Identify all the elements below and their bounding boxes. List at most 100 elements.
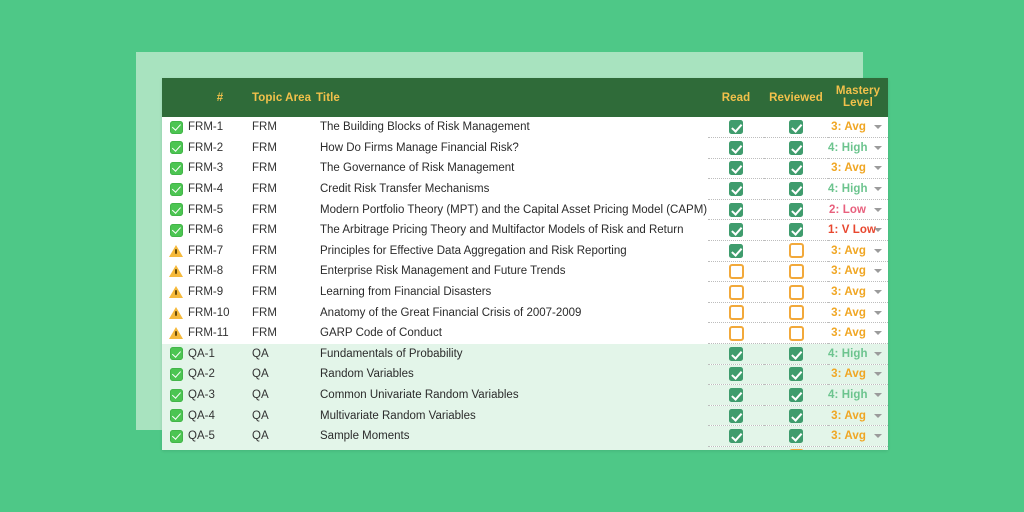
mastery-level-dropdown[interactable]	[828, 446, 888, 450]
reviewed-checkbox-checked[interactable]	[789, 346, 803, 361]
read-checkbox-cell[interactable]	[708, 302, 764, 324]
mastery-level-dropdown[interactable]: 3: Avg	[828, 117, 888, 139]
read-checkbox-checked[interactable]	[729, 408, 743, 423]
table-row[interactable]: FRM-10 FRM Anatomy of the Great Financial …	[162, 302, 888, 324]
reviewed-checkbox-unchecked[interactable]	[788, 243, 804, 259]
chevron-down-icon[interactable]	[874, 351, 882, 356]
mastery-level-dropdown[interactable]: 4: High	[828, 137, 888, 159]
column-header-title[interactable]: Title	[316, 78, 708, 117]
reviewed-checkbox-unchecked[interactable]	[788, 305, 804, 321]
reviewed-checkbox-cell[interactable]	[764, 343, 828, 365]
chevron-down-icon[interactable]	[874, 434, 882, 439]
reviewed-checkbox-checked[interactable]	[789, 429, 803, 444]
read-checkbox-cell[interactable]	[708, 240, 764, 262]
read-checkbox-checked[interactable]	[729, 243, 743, 258]
reviewed-checkbox-checked[interactable]	[789, 120, 803, 135]
mastery-level-dropdown[interactable]: 3: Avg	[828, 322, 888, 345]
table-row[interactable]: FRM-4 FRM Credit Risk Transfer Mechanisms 4…	[162, 178, 888, 200]
reviewed-checkbox-cell[interactable]	[764, 281, 828, 303]
mastery-level-dropdown[interactable]: 3: Avg	[828, 405, 888, 427]
table-row[interactable]: FRM-7 FRM Principles for Effective Data Ag…	[162, 240, 888, 262]
read-checkbox-cell[interactable]	[708, 322, 764, 345]
chevron-down-icon[interactable]	[874, 310, 882, 315]
table-row[interactable]: FRM-2 FRM How Do Firms Manage Financial Ri…	[162, 137, 888, 159]
read-checkbox-cell[interactable]	[708, 117, 764, 139]
chevron-down-icon[interactable]	[874, 331, 882, 336]
read-checkbox-checked[interactable]	[729, 223, 743, 238]
reviewed-checkbox-cell[interactable]	[764, 261, 828, 283]
read-checkbox-checked[interactable]	[729, 202, 743, 217]
reviewed-checkbox-unchecked[interactable]	[788, 449, 804, 450]
mastery-level-dropdown[interactable]: 4: High	[828, 384, 888, 406]
read-checkbox-unchecked[interactable]	[728, 263, 744, 279]
read-checkbox-checked[interactable]	[729, 346, 743, 361]
reviewed-checkbox-checked[interactable]	[789, 223, 803, 238]
read-checkbox-cell[interactable]	[708, 425, 764, 447]
read-checkbox-cell[interactable]	[708, 178, 764, 200]
read-checkbox-checked[interactable]	[729, 388, 743, 403]
read-checkbox-checked[interactable]	[729, 140, 743, 155]
mastery-level-dropdown[interactable]: 4: High	[828, 178, 888, 200]
read-checkbox-cell[interactable]	[708, 137, 764, 159]
read-checkbox-cell[interactable]	[708, 384, 764, 406]
read-checkbox-unchecked[interactable]	[728, 284, 744, 300]
reviewed-checkbox-cell[interactable]	[764, 158, 828, 180]
reviewed-checkbox-checked[interactable]	[789, 367, 803, 382]
read-checkbox-checked[interactable]	[729, 120, 743, 135]
table-row[interactable]: FRM-8 FRM Enterprise Risk Management and F…	[162, 261, 888, 283]
read-checkbox-unchecked[interactable]	[728, 325, 744, 341]
reviewed-checkbox-cell[interactable]	[764, 178, 828, 200]
read-checkbox-cell[interactable]	[708, 364, 764, 386]
reviewed-checkbox-checked[interactable]	[789, 182, 803, 197]
reviewed-checkbox-unchecked[interactable]	[788, 325, 804, 341]
table-row[interactable]: FRM-9 FRM Learning from Financial Disaster…	[162, 281, 888, 303]
chevron-down-icon[interactable]	[874, 413, 882, 418]
read-checkbox-cell[interactable]	[708, 405, 764, 427]
reviewed-checkbox-cell[interactable]	[764, 446, 828, 450]
chevron-down-icon[interactable]	[874, 145, 882, 150]
chevron-down-icon[interactable]	[874, 125, 882, 130]
chevron-down-icon[interactable]	[874, 372, 882, 377]
mastery-level-dropdown[interactable]: 3: Avg	[828, 364, 888, 386]
table-row[interactable]: QA-5 QA Sample Moments 3: Avg	[162, 425, 888, 447]
read-checkbox-cell[interactable]	[708, 446, 764, 450]
column-header-topic-area[interactable]: Topic Area	[252, 78, 316, 117]
chevron-down-icon[interactable]	[874, 290, 882, 295]
reviewed-checkbox-cell[interactable]	[764, 199, 828, 221]
column-header-read[interactable]: Read	[708, 78, 764, 117]
reviewed-checkbox-checked[interactable]	[789, 202, 803, 217]
reviewed-checkbox-checked[interactable]	[789, 161, 803, 176]
reviewed-checkbox-cell[interactable]	[764, 117, 828, 139]
chevron-down-icon[interactable]	[874, 166, 882, 171]
read-checkbox-checked[interactable]	[729, 161, 743, 176]
table-row[interactable]	[162, 446, 888, 450]
read-checkbox-checked[interactable]	[729, 182, 743, 197]
reviewed-checkbox-unchecked[interactable]	[788, 263, 804, 279]
mastery-level-dropdown[interactable]: 4: High	[828, 343, 888, 365]
read-checkbox-cell[interactable]	[708, 199, 764, 221]
read-checkbox-checked[interactable]	[729, 429, 743, 444]
reviewed-checkbox-cell[interactable]	[764, 240, 828, 262]
read-checkbox-unchecked[interactable]	[728, 305, 744, 321]
reviewed-checkbox-cell[interactable]	[764, 137, 828, 159]
reviewed-checkbox-cell[interactable]	[764, 322, 828, 345]
table-row[interactable]: FRM-5 FRM Modern Portfolio Theory (MPT) an…	[162, 199, 888, 221]
reviewed-checkbox-cell[interactable]	[764, 364, 828, 386]
table-row[interactable]: QA-4 QA Multivariate Random Variables 3: Av…	[162, 405, 888, 427]
read-checkbox-cell[interactable]	[708, 158, 764, 180]
read-checkbox-cell[interactable]	[708, 343, 764, 365]
reviewed-checkbox-cell[interactable]	[764, 405, 828, 427]
reviewed-checkbox-checked[interactable]	[789, 388, 803, 403]
chevron-down-icon[interactable]	[874, 269, 882, 274]
mastery-level-dropdown[interactable]: 3: Avg	[828, 425, 888, 447]
mastery-level-dropdown[interactable]: 3: Avg	[828, 158, 888, 180]
table-row[interactable]: FRM-1 FRM The Building Blocks of Risk Mana…	[162, 117, 888, 139]
table-row[interactable]: QA-3 QA Common Univariate Random Variables…	[162, 384, 888, 406]
reviewed-checkbox-cell[interactable]	[764, 219, 828, 242]
reviewed-checkbox-checked[interactable]	[789, 408, 803, 423]
table-row[interactable]: FRM-11 FRM GARP Code of Conduct 3: Avg	[162, 322, 888, 345]
column-header-mastery-level[interactable]: Mastery Level	[828, 78, 888, 117]
table-row[interactable]: FRM-3 FRM The Governance of Risk Managemen…	[162, 158, 888, 180]
mastery-level-dropdown[interactable]: 3: Avg	[828, 281, 888, 303]
mastery-level-dropdown[interactable]: 3: Avg	[828, 240, 888, 262]
